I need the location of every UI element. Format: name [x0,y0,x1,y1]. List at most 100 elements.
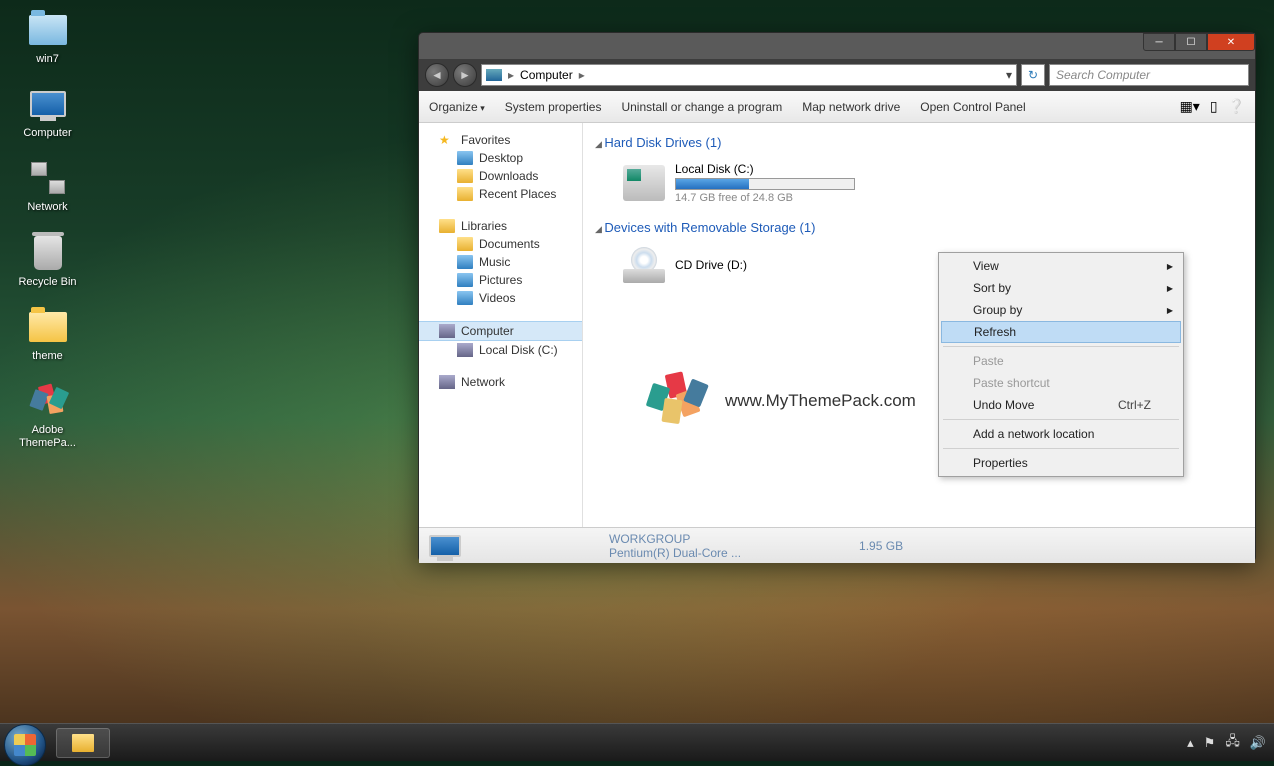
computer-icon [429,535,461,557]
sidebar-libraries[interactable]: Libraries [419,217,582,235]
category-hdd[interactable]: Hard Disk Drives (1) [595,135,1243,150]
drive-icon [457,343,473,357]
sidebar-computer[interactable]: Computer [419,321,582,341]
recyclebin-icon [34,236,62,270]
desktop-icons: win7 Computer Network Recycle Bin theme … [10,10,85,450]
desktop-icon-network[interactable]: Network [10,158,85,214]
minimize-button[interactable]: ─ [1143,33,1175,51]
ctx-refresh[interactable]: Refresh [941,321,1181,343]
network-icon [439,375,455,389]
themepack-icon [30,383,66,419]
drive-name: Local Disk (C:) [675,162,855,176]
computer-icon [486,69,502,81]
pictures-icon [457,273,473,287]
drive-icon [623,165,665,201]
taskbar: ▴ ⚑ 🖧 🔊 [0,723,1274,761]
music-icon [457,255,473,269]
desktop-icon [457,151,473,165]
sidebar-item-videos[interactable]: Videos [419,289,582,307]
preview-pane-button[interactable]: ▯ [1210,98,1218,115]
ctx-groupby[interactable]: Group by [941,299,1181,321]
recent-icon [457,187,473,201]
refresh-button[interactable]: ↻ [1021,64,1045,86]
watermark: www.MyThemePack.com [643,373,916,428]
address-dropdown-icon[interactable]: ▾ [1006,68,1012,82]
network-icon [29,162,67,194]
sidebar-item-desktop[interactable]: Desktop [419,149,582,167]
ctx-paste-shortcut: Paste shortcut [941,372,1181,394]
sidebar-network[interactable]: Network [419,373,582,391]
statusbar: WORKGROUP Pentium(R) Dual-Core ... 1.95 … [419,527,1255,563]
toolbar: Organize System properties Uninstall or … [419,91,1255,123]
tray-flag-icon[interactable]: ⚑ [1204,735,1216,751]
ctx-undo[interactable]: Undo MoveCtrl+Z [941,394,1181,416]
desktop-icon-win7[interactable]: win7 [10,10,85,66]
sidebar-item-localdisk[interactable]: Local Disk (C:) [419,341,582,359]
tray-show-hidden-icon[interactable]: ▴ [1187,735,1194,751]
category-removable[interactable]: Devices with Removable Storage (1) [595,220,1243,235]
computer-icon [30,91,66,117]
computer-icon [439,324,455,338]
documents-icon [457,237,473,251]
desktop-icon-theme[interactable]: theme [10,307,85,363]
status-ram: 1.95 GB [859,539,903,553]
themepack-icon [643,373,713,428]
ctx-sortby[interactable]: Sort by [941,277,1181,299]
downloads-icon [457,169,473,183]
control-panel-button[interactable]: Open Control Panel [920,100,1025,114]
titlebar[interactable]: ─ ☐ ✕ [419,33,1255,59]
status-cpu: Pentium(R) Dual-Core ... [609,546,741,560]
tray-network-icon[interactable]: 🖧 [1225,732,1240,754]
start-button[interactable] [4,724,46,766]
star-icon: ★ [439,133,455,147]
drive-local-c[interactable]: Local Disk (C:) 14.7 GB free of 24.8 GB [595,158,1243,216]
sidebar-item-documents[interactable]: Documents [419,235,582,253]
ctx-properties[interactable]: Properties [941,452,1181,474]
sidebar-item-pictures[interactable]: Pictures [419,271,582,289]
system-properties-button[interactable]: System properties [505,100,602,114]
explorer-icon [72,734,94,752]
organize-button[interactable]: Organize [429,100,485,114]
libraries-icon [439,219,455,233]
sidebar-item-recent[interactable]: Recent Places [419,185,582,203]
folder-icon [29,15,67,45]
chevron-right-icon: ▸ [508,68,514,82]
map-drive-button[interactable]: Map network drive [802,100,900,114]
desktop-icon-recyclebin[interactable]: Recycle Bin [10,233,85,289]
back-button[interactable]: ◄ [425,63,449,87]
videos-icon [457,291,473,305]
address-bar[interactable]: ▸ Computer ▸ ▾ [481,64,1017,86]
status-workgroup: WORKGROUP [609,532,741,546]
context-menu: View Sort by Group by Refresh Paste Past… [938,252,1184,477]
separator [943,448,1179,449]
drive-name: CD Drive (D:) [675,258,747,272]
system-tray: ▴ ⚑ 🖧 🔊 [1187,732,1274,754]
close-button[interactable]: ✕ [1207,33,1255,51]
navbar: ◄ ► ▸ Computer ▸ ▾ ↻ Search Computer [419,59,1255,91]
separator [943,419,1179,420]
help-button[interactable]: ❔ [1228,98,1245,115]
tray-volume-icon[interactable]: 🔊 [1250,735,1266,751]
view-mode-button[interactable]: ▦▾ [1180,98,1200,115]
taskbar-explorer[interactable] [56,728,110,758]
breadcrumb[interactable]: Computer [520,68,573,82]
ctx-paste: Paste [941,350,1181,372]
drive-usage-bar [675,178,855,190]
separator [943,346,1179,347]
sidebar: ★Favorites Desktop Downloads Recent Plac… [419,123,583,527]
ctx-add-network[interactable]: Add a network location [941,423,1181,445]
desktop-icon-adobe[interactable]: Adobe ThemePa... [10,381,85,450]
chevron-right-icon: ▸ [579,68,585,82]
maximize-button[interactable]: ☐ [1175,33,1207,51]
sidebar-favorites[interactable]: ★Favorites [419,131,582,149]
sidebar-item-music[interactable]: Music [419,253,582,271]
ctx-view[interactable]: View [941,255,1181,277]
forward-button[interactable]: ► [453,63,477,87]
uninstall-button[interactable]: Uninstall or change a program [621,100,782,114]
drive-freespace: 14.7 GB free of 24.8 GB [675,192,855,204]
cd-drive-icon [623,247,665,283]
folder-icon [29,312,67,342]
desktop-icon-computer[interactable]: Computer [10,84,85,140]
sidebar-item-downloads[interactable]: Downloads [419,167,582,185]
search-input[interactable]: Search Computer [1049,64,1249,86]
